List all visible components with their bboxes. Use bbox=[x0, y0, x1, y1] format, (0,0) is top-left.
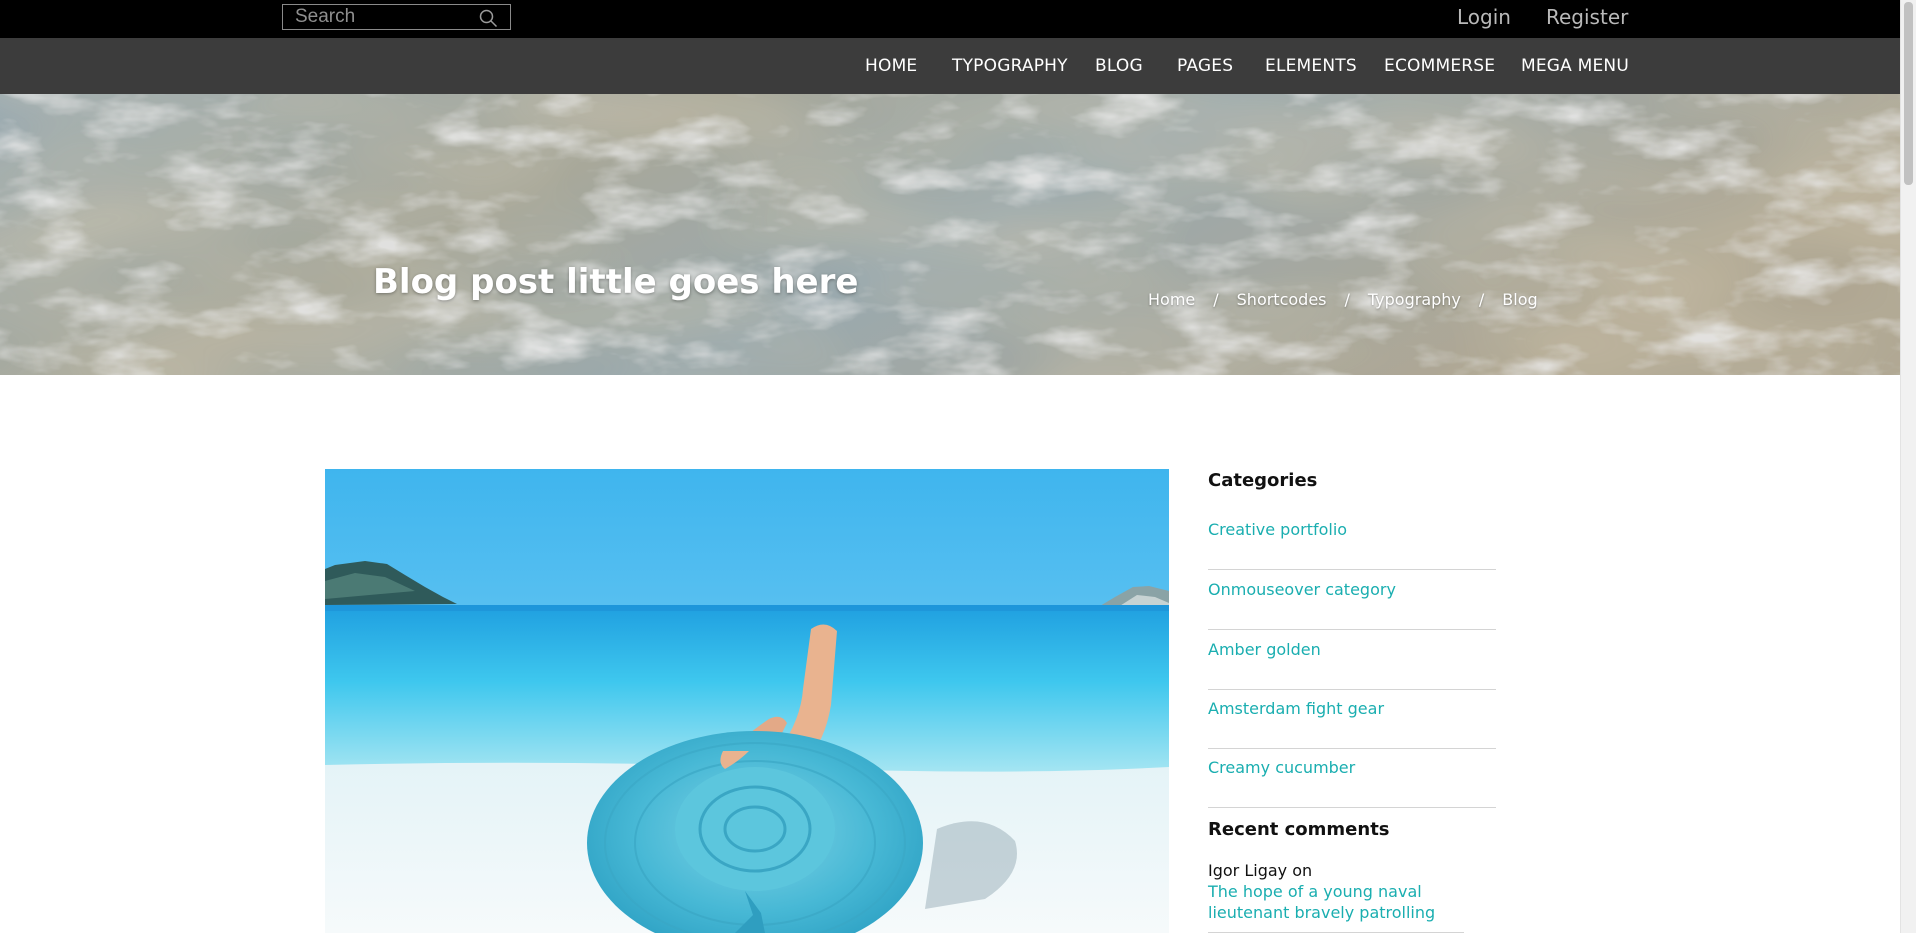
nav-home[interactable]: HOME bbox=[865, 38, 917, 94]
beach-hat-photo bbox=[325, 469, 1169, 933]
category-item: Onmouseover category bbox=[1208, 570, 1496, 630]
nav-blog[interactable]: BLOG bbox=[1095, 38, 1143, 94]
breadcrumb-home[interactable]: Home bbox=[1148, 290, 1195, 309]
nav-elements[interactable]: ELEMENTS bbox=[1265, 38, 1357, 94]
comment-on-text: on bbox=[1292, 861, 1313, 880]
breadcrumb-separator: / bbox=[1344, 290, 1350, 309]
recent-comment: Igor Ligay on The hope of a young naval … bbox=[1208, 860, 1463, 923]
recent-comments-title: Recent comments bbox=[1208, 819, 1390, 840]
breadcrumb: Home / Shortcodes / Typography / Blog bbox=[1148, 290, 1538, 309]
category-link-amber-golden[interactable]: Amber golden bbox=[1208, 640, 1321, 659]
breadcrumb-typography[interactable]: Typography bbox=[1368, 290, 1461, 309]
category-item: Amsterdam fight gear bbox=[1208, 689, 1496, 749]
category-link-creative-portfolio[interactable]: Creative portfolio bbox=[1208, 520, 1347, 539]
breadcrumb-separator: / bbox=[1213, 290, 1219, 309]
comment-post-link[interactable]: The hope of a young naval lieutenant bra… bbox=[1208, 882, 1435, 922]
nav-typography[interactable]: TYPOGRAPHY bbox=[952, 38, 1068, 94]
post-featured-image bbox=[325, 469, 1169, 933]
nav-mega-menu[interactable]: MEGA MENU bbox=[1521, 38, 1629, 94]
nav-pages[interactable]: PAGES bbox=[1177, 38, 1233, 94]
search-box[interactable] bbox=[282, 4, 511, 30]
page-scrollbar[interactable] bbox=[1900, 0, 1916, 933]
scrollbar-thumb[interactable] bbox=[1904, 2, 1913, 185]
category-link-onmouseover-category[interactable]: Onmouseover category bbox=[1208, 580, 1396, 599]
page-title: Blog post little goes here bbox=[373, 262, 859, 302]
breadcrumb-blog[interactable]: Blog bbox=[1502, 290, 1537, 309]
category-item: Creamy cucumber bbox=[1208, 748, 1496, 808]
search-input[interactable] bbox=[283, 5, 485, 29]
login-link[interactable]: Login bbox=[1457, 4, 1511, 30]
top-bar: Login Register bbox=[0, 0, 1900, 38]
categories-title: Categories bbox=[1208, 470, 1318, 491]
hero-background-image bbox=[0, 94, 1900, 375]
category-item: Creative portfolio bbox=[1208, 510, 1496, 570]
search-icon[interactable] bbox=[478, 8, 498, 28]
page-hero: Blog post little goes here Home / Shortcod… bbox=[0, 94, 1900, 375]
breadcrumb-shortcodes[interactable]: Shortcodes bbox=[1237, 290, 1327, 309]
category-link-creamy-cucumber[interactable]: Creamy cucumber bbox=[1208, 758, 1355, 777]
category-item: Amber golden bbox=[1208, 630, 1496, 690]
breadcrumb-separator: / bbox=[1478, 290, 1485, 309]
register-link[interactable]: Register bbox=[1546, 4, 1628, 30]
category-link-amsterdam-fight-gear[interactable]: Amsterdam fight gear bbox=[1208, 699, 1384, 718]
comment-author: Igor Ligay bbox=[1208, 861, 1288, 880]
nav-ecommerse[interactable]: ECOMMERSE bbox=[1384, 38, 1495, 94]
main-nav: HOME TYPOGRAPHY BLOG PAGES ELEMENTS ECOM… bbox=[0, 38, 1900, 94]
